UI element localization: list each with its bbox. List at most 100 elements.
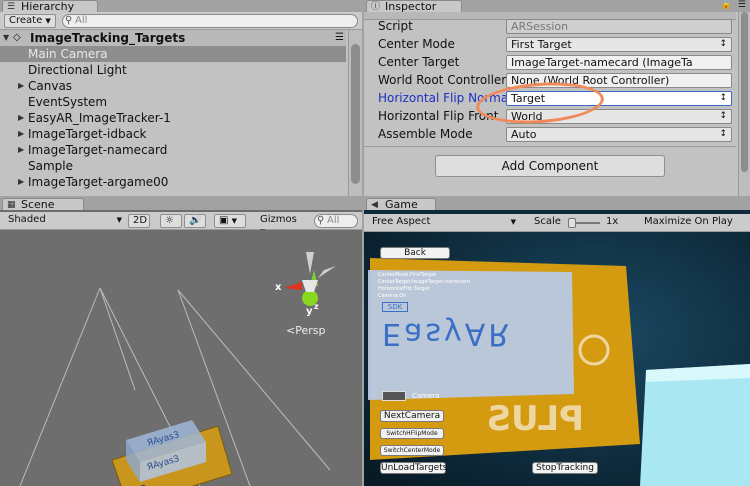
sdk-badge-label: SDK bbox=[387, 303, 403, 311]
shading-mode-dropdown[interactable]: Shaded ▼ bbox=[4, 214, 124, 228]
image-icon: ▣ bbox=[219, 215, 229, 226]
ice-block bbox=[640, 364, 750, 486]
shading-mode-label: Shaded bbox=[8, 214, 46, 225]
sdk-badge: SDK bbox=[382, 302, 408, 312]
tab-hierarchy[interactable]: ☰ Hierarchy bbox=[2, 0, 98, 12]
add-component-button[interactable]: Add Component bbox=[435, 155, 665, 177]
persp-label[interactable]: <Persp bbox=[286, 324, 325, 337]
inspector-row: Center Mode First Target bbox=[378, 36, 738, 53]
hierarchy-item[interactable]: EventSystem bbox=[0, 94, 346, 110]
scene-root-row[interactable]: ▼ ◇ ImageTracking_Targets ☰ bbox=[0, 30, 346, 46]
game-info-line: Camera:On bbox=[378, 293, 407, 299]
expand-arrow-icon[interactable]: ▶ bbox=[18, 174, 24, 190]
inspector-divider bbox=[364, 146, 736, 147]
aspect-dropdown[interactable]: Free Aspect ▼ bbox=[368, 216, 518, 230]
aspect-label: Free Aspect bbox=[372, 216, 431, 227]
hierarchy-item[interactable]: Sample bbox=[0, 158, 346, 174]
gamepad-icon: ◀ bbox=[371, 200, 378, 210]
inspector-scrollbar-thumb[interactable] bbox=[741, 12, 748, 172]
next-camera-button[interactable]: NextCamera bbox=[380, 410, 444, 422]
tab-game-label: Game bbox=[385, 198, 418, 211]
scene-menu-icon[interactable]: ☰ bbox=[335, 30, 344, 46]
lighting-toggle[interactable]: ☼ bbox=[160, 214, 182, 228]
scale-value: 1x bbox=[606, 216, 619, 227]
hierarchy-item-label: Canvas bbox=[28, 79, 73, 93]
hierarchy-item-label: ImageTarget-namecard bbox=[28, 143, 168, 157]
axis-y-label: y bbox=[306, 306, 313, 317]
expand-arrow-icon[interactable]: ▶ bbox=[18, 126, 24, 142]
stop-tracking-button[interactable]: StopTracking bbox=[532, 462, 598, 474]
back-button[interactable]: Back bbox=[380, 247, 450, 259]
inspector-row-label: Center Target bbox=[378, 55, 460, 69]
inspector-field-value: First Target bbox=[511, 38, 572, 51]
game-info-overlay: CenterMode:FirstTarget CenterTarget:Image… bbox=[378, 272, 488, 300]
scale-slider[interactable] bbox=[568, 218, 600, 228]
back-button-label: Back bbox=[404, 248, 426, 258]
grid-icon: ▦ bbox=[7, 200, 16, 210]
hierarchy-search-placeholder: All bbox=[75, 15, 88, 26]
hierarchy-item-label: ImageTarget-idback bbox=[28, 127, 147, 141]
inspector-scrollbar[interactable] bbox=[738, 12, 750, 196]
inspector-row: Script ARSession bbox=[378, 18, 738, 35]
hierarchy-scrollbar-thumb[interactable] bbox=[351, 44, 360, 184]
tab-scene[interactable]: ▦ Scene bbox=[2, 198, 84, 210]
hierarchy-item-label: ImageTarget-argame00 bbox=[28, 175, 169, 189]
audio-toggle[interactable]: 🔊 bbox=[184, 214, 206, 228]
expand-arrow-icon[interactable]: ▶ bbox=[18, 78, 24, 94]
scene-search-input[interactable]: ⚲ All bbox=[314, 214, 358, 228]
scene-toolbar: Shaded ▼ 2D ☼ 🔊 ▣ ▼ Gizmos ▼ ⚲ All bbox=[0, 212, 362, 236]
hierarchy-item-label: Directional Light bbox=[28, 63, 127, 77]
game-info-line: CenterTarget:ImageTarget-namecard bbox=[378, 279, 471, 285]
hierarchy-item-label: EasyAR_ImageTracker-1 bbox=[28, 111, 171, 125]
game-panel: ◀ Game Free Aspect ▼ Scale 1x Maximize O… bbox=[364, 198, 750, 486]
scale-slider-handle[interactable] bbox=[568, 218, 576, 228]
effects-dropdown[interactable]: ▣ ▼ bbox=[214, 214, 246, 228]
expand-arrow-icon[interactable]: ▶ bbox=[18, 142, 24, 158]
inspector-row: Assemble Mode Auto bbox=[378, 126, 738, 143]
inspector-row-label: Center Mode bbox=[378, 37, 455, 51]
expand-arrow-icon[interactable]: ▶ bbox=[18, 110, 24, 126]
inspector-row-label: World Root Controller bbox=[378, 73, 507, 87]
sun-icon: ☼ bbox=[165, 215, 174, 226]
inspector-dropdown[interactable]: First Target bbox=[506, 37, 732, 52]
camera-toggle-box[interactable] bbox=[382, 391, 406, 401]
inspector-field-value: ARSession bbox=[511, 20, 569, 33]
hierarchy-item[interactable]: ▶ Canvas bbox=[0, 78, 346, 94]
hierarchy-item[interactable]: ▶ ImageTarget-namecard bbox=[0, 142, 346, 158]
hierarchy-item-label: Main Camera bbox=[28, 47, 108, 61]
switch-hflip-button[interactable]: SwitchHFlipMode bbox=[380, 428, 444, 439]
hierarchy-toolbar: Create ▼ ⚲ All bbox=[0, 12, 362, 30]
switch-center-button[interactable]: SwitchCenterMode bbox=[380, 445, 444, 456]
hierarchy-item[interactable]: ▶ EasyAR_ImageTracker-1 bbox=[0, 110, 346, 126]
create-button-label: Create bbox=[9, 15, 43, 26]
hierarchy-scrollbar[interactable] bbox=[348, 30, 362, 196]
chevron-down-icon: ▼ bbox=[116, 216, 122, 224]
camera-toggle[interactable]: Camera bbox=[382, 391, 442, 403]
hierarchy-item[interactable]: ▶ ImageTarget-argame00 bbox=[0, 174, 346, 190]
switch-center-label: SwitchCenterMode bbox=[383, 447, 441, 454]
chevron-down-icon: ▼ bbox=[510, 218, 516, 226]
card-plus-text: PLUS bbox=[487, 399, 584, 439]
maximize-on-play-toggle[interactable]: Maximize On Play bbox=[640, 216, 746, 230]
orientation-gizmo[interactable]: x y z bbox=[275, 248, 346, 328]
inspector-dropdown[interactable]: Auto bbox=[506, 127, 732, 142]
tab-game[interactable]: ◀ Game bbox=[366, 198, 436, 210]
hierarchy-item-label: EventSystem bbox=[28, 95, 108, 109]
scale-label: Scale bbox=[534, 216, 561, 227]
card-brand-mirrored: EasyAR bbox=[382, 316, 512, 351]
unload-targets-label: UnLoadTargets bbox=[381, 463, 448, 473]
gizmos-dropdown[interactable]: Gizmos ▼ bbox=[256, 214, 308, 236]
hierarchy-item[interactable]: Main Camera bbox=[0, 46, 346, 62]
gizmos-label: Gizmos bbox=[260, 214, 297, 225]
unity-scene-icon: ◇ bbox=[13, 32, 21, 43]
unload-targets-button[interactable]: UnLoadTargets bbox=[380, 462, 448, 474]
chevron-down-icon: ▼ bbox=[231, 217, 238, 225]
hierarchy-search-input[interactable]: ⚲ All bbox=[62, 14, 358, 28]
stop-tracking-label: StopTracking bbox=[536, 463, 594, 473]
create-button[interactable]: Create ▼ bbox=[4, 14, 56, 28]
hierarchy-item[interactable]: ▶ ImageTarget-idback bbox=[0, 126, 346, 142]
hierarchy-item[interactable]: Directional Light bbox=[0, 62, 346, 78]
mode-2d-button[interactable]: 2D bbox=[128, 214, 150, 228]
search-icon: ⚲ bbox=[317, 215, 325, 226]
inspector-object-field[interactable]: ImageTarget-namecard (ImageTa bbox=[506, 55, 732, 70]
